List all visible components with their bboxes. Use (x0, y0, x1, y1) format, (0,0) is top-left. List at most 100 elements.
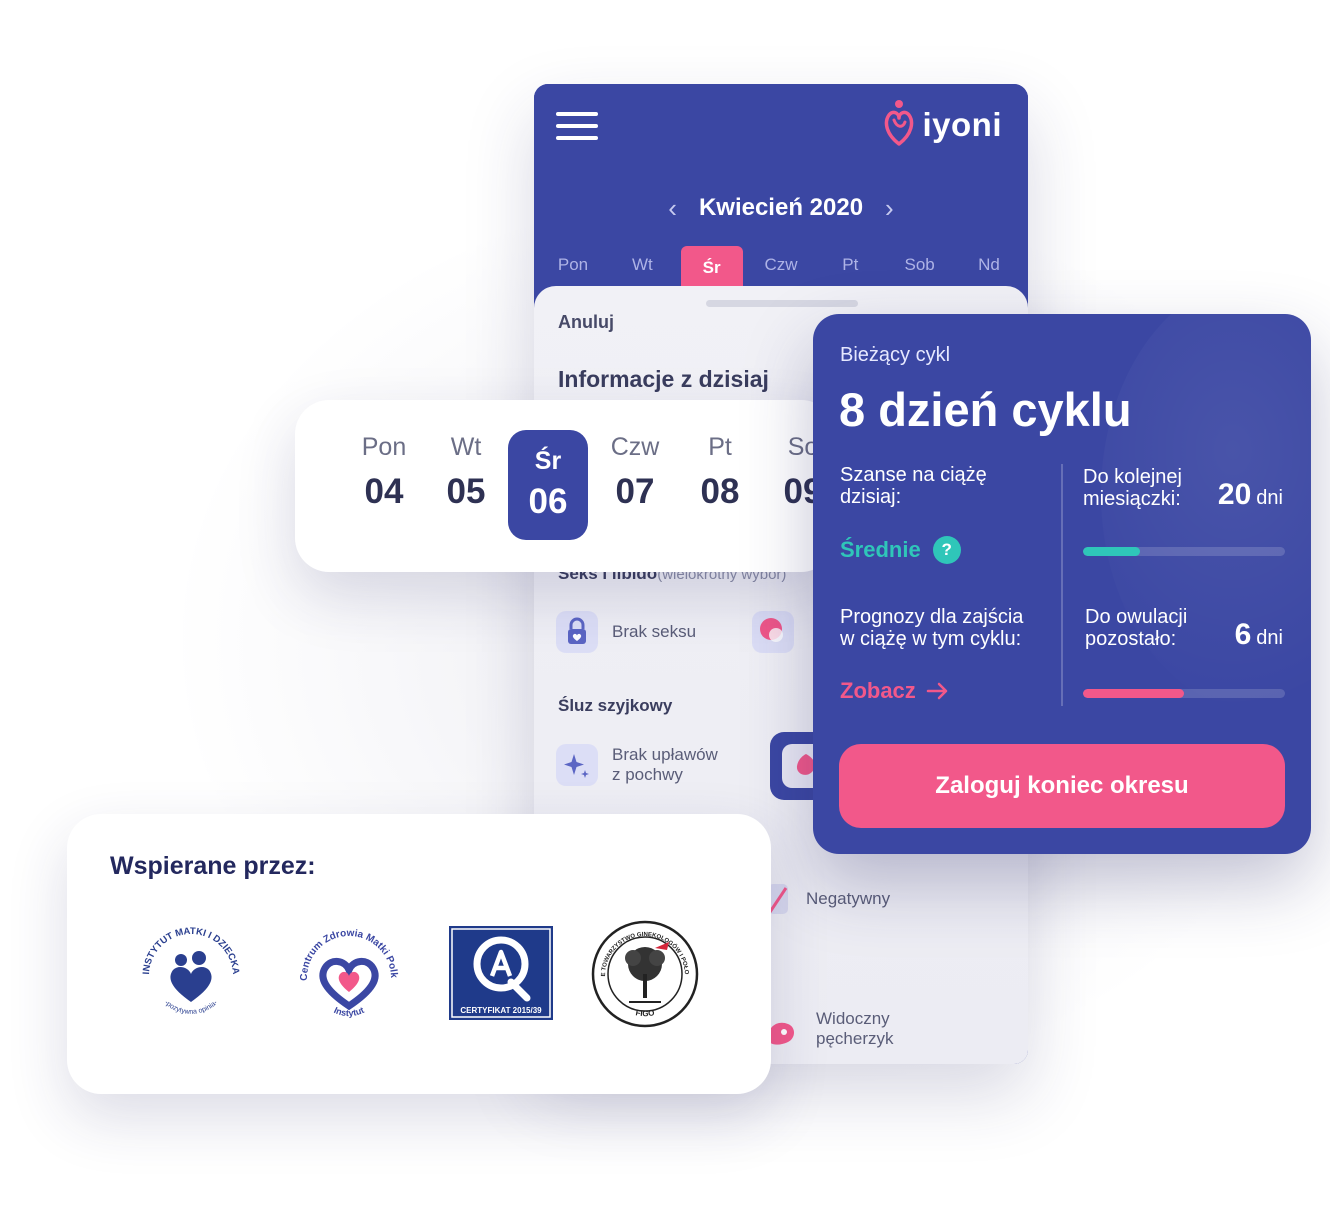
menu-icon[interactable] (556, 112, 598, 140)
badge-1-top-text: INSTYTUT MATKI I DZIECKA (141, 926, 241, 975)
arrow-right-icon (926, 682, 948, 700)
forecast-see-link-text: Zobacz (840, 678, 916, 703)
cycle-subtitle: Bieżący cykl (840, 344, 951, 366)
next-period-label-line1: Do kolejnej (1083, 466, 1182, 488)
week-day-picker: Pon 04 Wt 05 Śr 06 Czw 07 Pt 08 So 09 (295, 400, 835, 572)
quality-certificate-badge: CERTYFIKAT 2015/39 (449, 926, 553, 1020)
week-day-4[interactable]: Pt 08 (680, 430, 760, 512)
supported-by-title: Wspierane przez: (110, 852, 316, 880)
week-day-name: Pt (708, 433, 732, 461)
log-period-end-button[interactable]: Zaloguj koniec okresu (839, 744, 1285, 828)
weekday-2[interactable]: Śr (680, 246, 743, 288)
ovulation-label-line2: pozostało: (1085, 628, 1177, 650)
pregnancy-chance-value: Średnie ? (840, 536, 961, 564)
sex-icon (752, 611, 794, 653)
option-visible-follicle[interactable]: Widoczny pęcherzyk (762, 1008, 893, 1050)
option-no-discharge-label: Brak upławów z pochwy (612, 745, 718, 785)
pregnancy-chance-label: Szanse na ciążę dzisiaj: (840, 464, 987, 508)
week-day-0[interactable]: Pon 04 (344, 430, 424, 512)
badge-3-text: CERTYFIKAT 2015/39 (460, 1006, 542, 1015)
lock-heart-icon (556, 611, 598, 653)
next-period-days: 20 (1217, 478, 1252, 511)
option-test-negative[interactable]: Negatywny (762, 878, 890, 920)
week-day-name: Wt (450, 433, 482, 461)
pregnancy-chance-label-line2: dzisiaj: (840, 486, 902, 508)
decorative-shape (1101, 314, 1311, 714)
phone-header: iyoni ‹ Kwiecień 2020 › Pon Wt Śr Czw Pt Sob N… (534, 84, 1028, 304)
gynecologists-society-badge: POLSKIE TOWARZYSTWO GINEKOLOGÓW I POŁOŻN… (585, 914, 699, 1028)
supported-by-card: Wspierane przez: INSTYTUT MATKI I DZIECK… (67, 814, 771, 1094)
ovulation-unit: dni (1256, 627, 1283, 649)
next-period-label: Do kolejnej miesiączki: (1083, 466, 1182, 510)
weekday-header: Pon Wt Śr Czw Pt Sob Nd (542, 246, 1020, 288)
forecast-label-line2: w ciążę w tym cyklu: (840, 628, 1022, 650)
option-no-sex[interactable]: Brak seksu (556, 611, 696, 653)
option-visible-follicle-line2: pęcherzyk (816, 1029, 894, 1048)
ovulation-progress-bar (1083, 689, 1285, 698)
chevron-left-icon[interactable]: ‹ (668, 195, 677, 221)
weekday-3[interactable]: Czw (750, 246, 812, 288)
week-day-number: 06 (528, 482, 568, 521)
chevron-right-icon[interactable]: › (885, 195, 894, 221)
current-month: Kwiecień 2020 (698, 194, 864, 221)
week-day-number: 05 (446, 472, 486, 511)
option-no-sex-label: Brak seksu (612, 622, 697, 641)
week-day-name: Pon (361, 433, 407, 461)
pregnancy-chance-text: Średnie (840, 537, 921, 562)
cancel-button[interactable]: Anuluj (558, 312, 614, 333)
mucus-section-title: Śluz szyjkowy (558, 696, 673, 715)
current-cycle-card: Bieżący cykl 8 dzień cyklu Szanse na cią… (813, 314, 1311, 854)
sheet-title: Informacje z dzisiaj (558, 366, 769, 392)
svg-text:INSTYTUT MATKI I DZIECKA: INSTYTUT MATKI I DZIECKA (141, 926, 241, 975)
institute-mother-child-badge: INSTYTUT MATKI I DZIECKA -pozytywna opin… (141, 926, 241, 1016)
week-day-number: 07 (615, 472, 655, 511)
next-period-value: 20 dni (1218, 478, 1283, 512)
logo-heart-icon (885, 100, 914, 146)
badge-2-top-text: Centrum Zdrowia Matki Polki (289, 914, 399, 981)
badge-4-bottom-text: FIGO (635, 1008, 655, 1018)
ovulation-label: Do owulacji pozostało: (1085, 606, 1187, 650)
ovulation-progress-fill (1083, 689, 1184, 698)
help-icon[interactable]: ? (932, 536, 961, 564)
next-period-label-line2: miesiączki: (1083, 488, 1181, 510)
svg-text:FIGO: FIGO (635, 1008, 655, 1018)
weekday-6[interactable]: Nd (958, 246, 1020, 288)
brand-logo: iyoni (882, 98, 1002, 152)
cycle-day-title: 8 dzień cyklu (839, 383, 1132, 436)
week-day-name: Śr (534, 447, 562, 475)
option-visible-follicle-label: Widoczny pęcherzyk (816, 1009, 893, 1049)
month-navigation: ‹ Kwiecień 2020 › (534, 194, 1028, 222)
ovulation-value: 6 dni (1235, 618, 1283, 652)
forecast-label-line1: Prognozy dla zajścia (840, 606, 1024, 628)
option-test-negative-label: Negatywny (806, 889, 891, 908)
option-no-discharge-line2: z pochwy (612, 765, 683, 784)
sparkle-icon (556, 744, 598, 786)
forecast-label: Prognozy dla zajścia w ciążę w tym cyklu… (840, 606, 1023, 650)
weekday-0[interactable]: Pon (542, 246, 604, 288)
weekday-4[interactable]: Pt (819, 246, 881, 288)
week-day-name: Czw (610, 433, 660, 461)
weekday-1[interactable]: Wt (611, 246, 673, 288)
next-period-progress-fill (1083, 547, 1140, 556)
cycle-divider (1061, 464, 1063, 706)
mother-health-center-badge: Centrum Zdrowia Matki Polki Instytut (289, 914, 399, 1018)
ovulation-days: 6 (1234, 618, 1252, 651)
week-day-3[interactable]: Czw 07 (595, 430, 675, 512)
option-visible-follicle-line1: Widoczny (816, 1009, 890, 1028)
option-no-discharge[interactable]: Brak upławów z pochwy (556, 744, 718, 786)
ovulation-label-line1: Do owulacji (1085, 606, 1188, 628)
option-sex-2[interactable] (752, 611, 794, 653)
next-period-unit: dni (1256, 487, 1283, 509)
next-period-progress-bar (1083, 547, 1285, 556)
option-no-discharge-line1: Brak upławów (612, 745, 718, 764)
svg-text:Centrum Zdrowia Matki Polki: Centrum Zdrowia Matki Polki (289, 914, 399, 981)
brand-name: iyoni (922, 106, 1002, 143)
forecast-see-link[interactable]: Zobacz (840, 678, 950, 704)
week-day-2[interactable]: Śr 06 (508, 430, 588, 540)
weekday-5[interactable]: Sob (889, 246, 951, 288)
week-day-number: 04 (364, 472, 404, 511)
sheet-drag-handle[interactable] (706, 300, 858, 307)
week-day-1[interactable]: Wt 05 (426, 430, 506, 512)
week-day-number: 08 (700, 472, 740, 511)
pregnancy-chance-label-line1: Szanse na ciążę (840, 464, 987, 486)
